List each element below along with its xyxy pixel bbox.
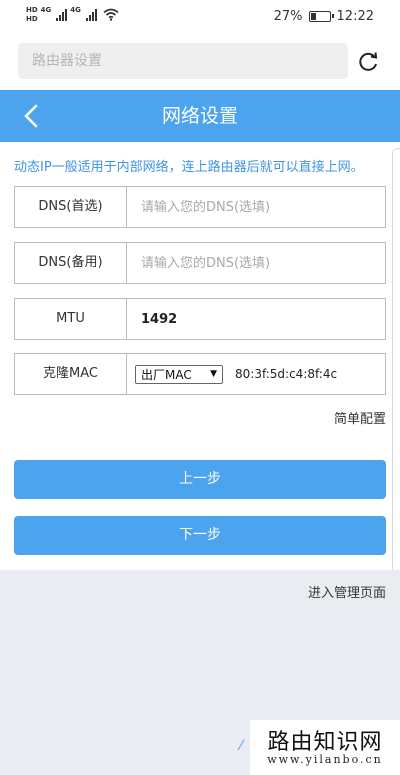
dns-secondary-value <box>127 243 385 283</box>
dns-secondary-label: DNS(备用) <box>15 243 127 283</box>
mtu-input[interactable] <box>141 311 371 327</box>
page-header: 网络设置 <box>0 90 400 142</box>
url-bar[interactable]: 路由器设置 <box>18 43 348 79</box>
dns-primary-value <box>127 187 385 227</box>
mac-source-selected: 出厂MAC <box>141 367 192 382</box>
page-title: 网络设置 <box>161 105 238 127</box>
clock: 12:22 <box>336 9 374 24</box>
refresh-icon[interactable] <box>357 51 379 73</box>
signal-icon-1 <box>56 8 68 21</box>
browser-bar: 路由器设置 <box>0 34 400 90</box>
mtu-label: MTU <box>15 299 127 339</box>
signal-indicators: HD HD 4G 4G <box>26 6 119 23</box>
prev-button[interactable]: 上一步 <box>14 460 386 499</box>
wifi-icon <box>103 8 119 21</box>
status-bar: HD HD 4G 4G 27% 12:22 <box>0 0 400 34</box>
loading-icon: ⁄ <box>240 738 243 754</box>
battery-icon <box>308 11 334 22</box>
battery-percent: 27% <box>273 9 303 24</box>
watermark-title: 路由知识网 <box>267 730 383 755</box>
watermark: 路由知识网 www.yilanbo.cn <box>250 720 400 775</box>
clone-mac-label: 克隆MAC <box>15 354 127 394</box>
dns-primary-row: DNS(首选) <box>14 186 386 228</box>
manage-page-link[interactable]: 进入管理页面 <box>308 582 386 601</box>
intro-text: 动态IP一般适用于内部网络，连上路由器后就可以直接上网。 <box>14 160 364 175</box>
battery-level <box>310 13 316 20</box>
next-button[interactable]: 下一步 <box>14 516 386 555</box>
dns-secondary-input[interactable] <box>141 255 371 271</box>
mtu-value <box>127 299 385 339</box>
mac-address: 80:3f:5d:c4:8f:4c <box>235 367 338 381</box>
hd-indicator: HD HD <box>26 6 38 23</box>
dns-primary-input[interactable] <box>141 199 371 215</box>
clone-mac-row: 克隆MAC 出厂MAC ▼ 80:3f:5d:c4:8f:4c <box>14 353 386 395</box>
network-type-2: 4G <box>70 6 81 14</box>
mtu-row: MTU <box>14 298 386 340</box>
network-type-1: 4G <box>40 6 52 14</box>
hd-label-2: HD <box>26 15 38 23</box>
panel-edge <box>392 148 400 572</box>
hd-label-1: HD <box>26 6 38 14</box>
signal-icon-2 <box>85 8 97 21</box>
dns-secondary-row: DNS(备用) <box>14 242 386 284</box>
dns-primary-label: DNS(首选) <box>15 187 127 227</box>
status-right: 27% 12:22 <box>274 9 374 24</box>
watermark-url: www.yilanbo.cn <box>267 753 383 766</box>
clone-mac-value: 出厂MAC ▼ 80:3f:5d:c4:8f:4c <box>127 354 385 394</box>
simple-config-link[interactable]: 简单配置 <box>334 408 386 427</box>
dropdown-arrow-icon: ▼ <box>210 369 217 379</box>
mac-source-select[interactable]: 出厂MAC ▼ <box>135 364 223 384</box>
